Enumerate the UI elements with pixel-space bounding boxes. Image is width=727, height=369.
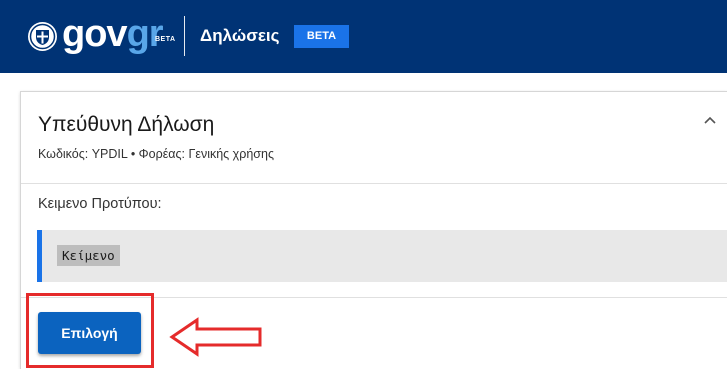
card-subtitle: Κωδικός: YPDIL • Φορέας: Γενικής χρήσης <box>38 147 274 161</box>
service-title[interactable]: Δηλώσεις <box>200 24 279 48</box>
govgr-logo[interactable]: govgr <box>62 11 164 57</box>
logo-gov-text: gov <box>62 13 128 55</box>
left-arrow-outline-icon <box>169 317 262 357</box>
chevron-up-icon[interactable] <box>703 115 717 125</box>
header-divider <box>184 16 185 56</box>
card-title: Υπεύθυνη Δήλωση <box>38 113 215 136</box>
template-text-box: Κείμενο <box>37 230 727 282</box>
logo-beta-text: BETA <box>155 36 176 43</box>
template-label: Κειμενο Προτύπου: <box>38 196 162 212</box>
select-button[interactable]: Επιλογή <box>38 312 141 354</box>
template-text: Κείμενο <box>57 245 120 266</box>
logo-gr-text: gr <box>126 13 164 55</box>
header-bar: govgr BETA Δηλώσεις BETA <box>0 0 727 73</box>
greek-coat-of-arms-icon <box>28 22 57 51</box>
beta-badge: BETA <box>294 25 349 48</box>
card-divider <box>21 183 727 184</box>
